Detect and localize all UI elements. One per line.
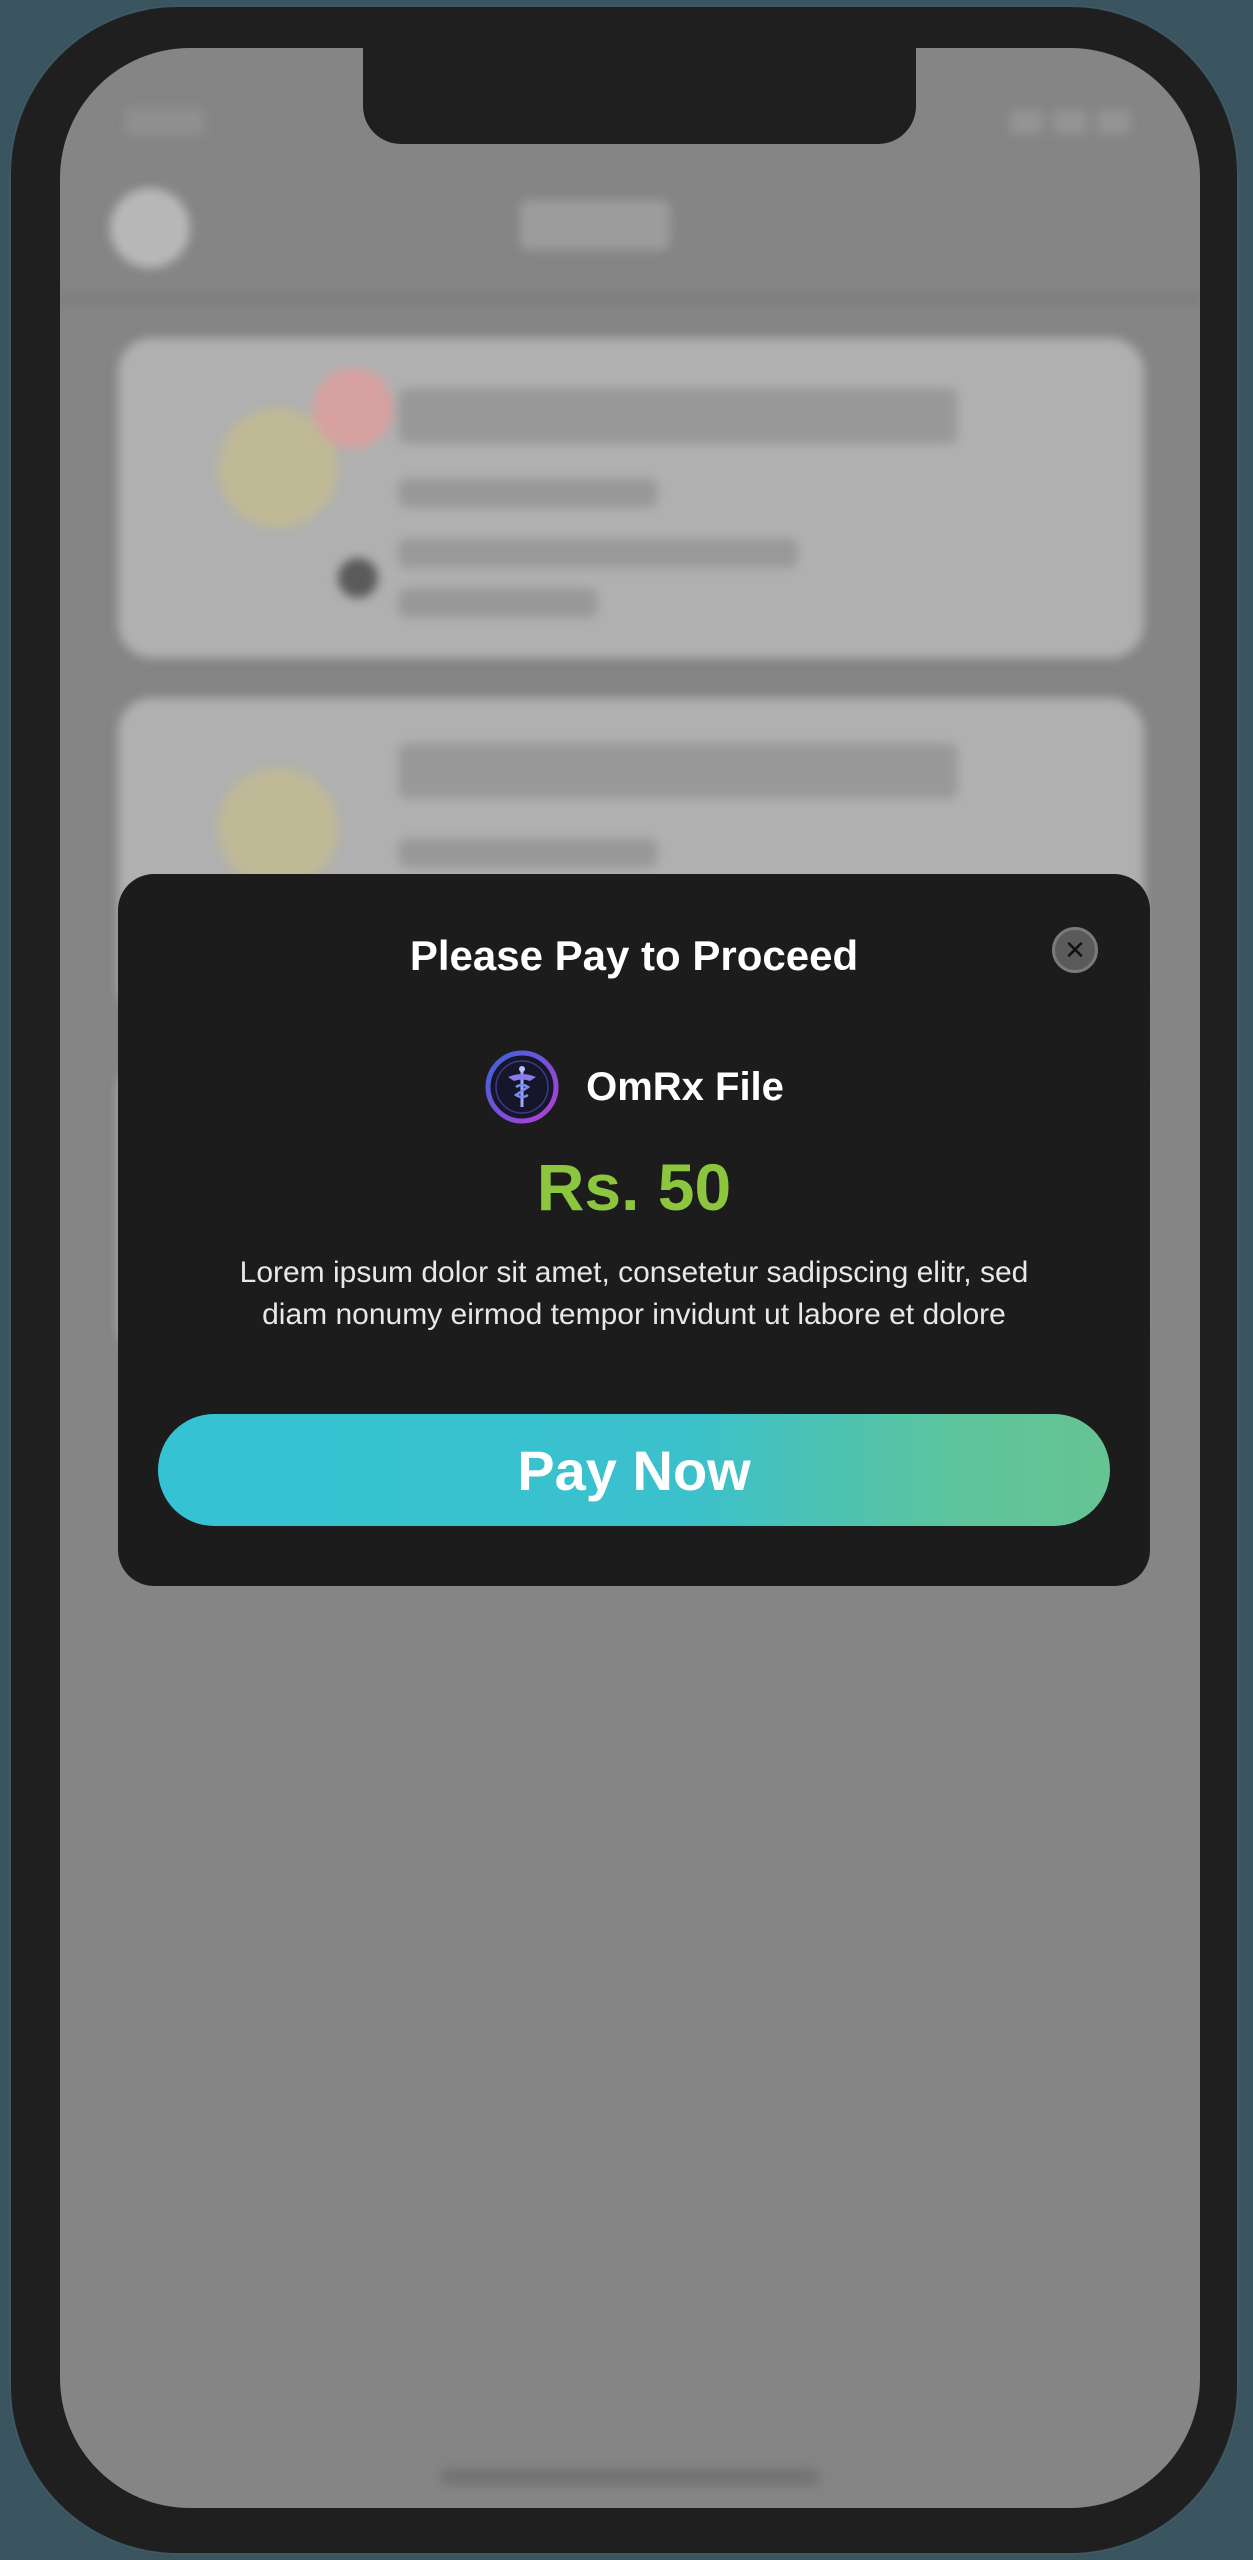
price-label: Rs. 50 [536, 1150, 732, 1224]
phone-notch [363, 48, 916, 144]
status-bar-time [125, 108, 205, 136]
header-divider [60, 293, 1200, 303]
omrx-logo-icon [485, 1050, 559, 1124]
description-text: Lorem ipsum dolor sit amet, consetetur s… [239, 1256, 1029, 1331]
home-indicator [440, 2468, 820, 2486]
close-button[interactable]: ✕ [1052, 927, 1098, 973]
pay-now-button[interactable]: Pay Now [158, 1414, 1110, 1526]
phone-frame: Please Pay to Proceed ✕ OmRx File Rs. 50… [8, 4, 1240, 2556]
avatar [110, 188, 190, 268]
product-info: OmRx File [118, 1047, 1150, 1127]
modal-title: Please Pay to Proceed [409, 932, 859, 979]
doctor-card [118, 338, 1144, 658]
close-icon: ✕ [1064, 935, 1086, 965]
payment-modal: Please Pay to Proceed ✕ OmRx File Rs. 50… [118, 874, 1150, 1586]
product-name: OmRx File [586, 1064, 784, 1109]
page-title [520, 200, 670, 250]
status-bar-icons [1010, 110, 1130, 134]
